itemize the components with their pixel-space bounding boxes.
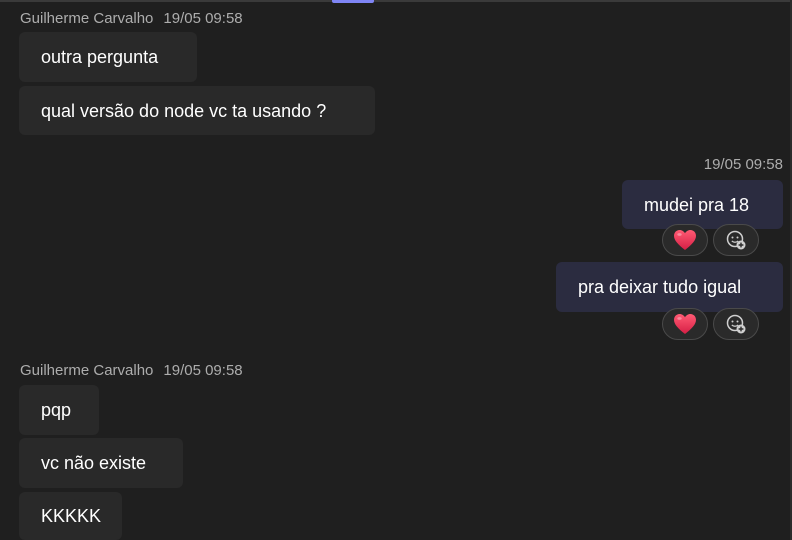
message-timestamp: 19/05 09:58 [703, 156, 783, 173]
add-reaction-icon [726, 314, 746, 334]
chat-thread: Guilherme Carvalho 19/05 09:58 outra perg… [0, 0, 792, 540]
message-text: KKKKK [41, 506, 102, 526]
heart-reaction-icon [674, 314, 696, 334]
message-bubble[interactable]: pra deixar tudo igual [556, 262, 783, 312]
heart-reaction-button[interactable] [662, 308, 708, 340]
top-divider [0, 0, 790, 2]
message-text: pra deixar tudo igual [578, 277, 742, 297]
message-text: vc não existe [41, 453, 147, 473]
heart-reaction-icon [674, 230, 696, 250]
sender-name: Guilherme Carvalho [20, 362, 154, 379]
sender-name: Guilherme Carvalho [20, 10, 154, 27]
message-bubble[interactable]: pqp [19, 385, 99, 435]
message-bubble[interactable]: qual versão do node vc ta usando ? [19, 86, 375, 135]
new-messages-indicator [332, 0, 374, 3]
message-timestamp: 19/05 09:58 [163, 10, 243, 27]
heart-reaction-button[interactable] [662, 224, 708, 256]
message-timestamp: 19/05 09:58 [163, 362, 243, 379]
message-header: 19/05 09:58 [704, 156, 783, 174]
message-text: mudei pra 18 [644, 194, 750, 215]
add-reaction-icon [726, 230, 746, 250]
add-reaction-button[interactable] [713, 224, 759, 256]
message-bubble[interactable]: KKKKK [19, 492, 122, 540]
message-bubble[interactable]: outra pergunta [19, 32, 197, 82]
message-bubble[interactable]: vc não existe [19, 438, 183, 488]
message-header: Guilherme Carvalho 19/05 09:58 [20, 10, 243, 28]
message-text: qual versão do node vc ta usando ? [41, 100, 327, 121]
message-text: outra pergunta [41, 47, 159, 67]
message-text: pqp [41, 400, 72, 420]
message-bubble[interactable]: mudei pra 18 [622, 180, 783, 229]
add-reaction-button[interactable] [713, 308, 759, 340]
message-header: Guilherme Carvalho 19/05 09:58 [20, 362, 243, 380]
